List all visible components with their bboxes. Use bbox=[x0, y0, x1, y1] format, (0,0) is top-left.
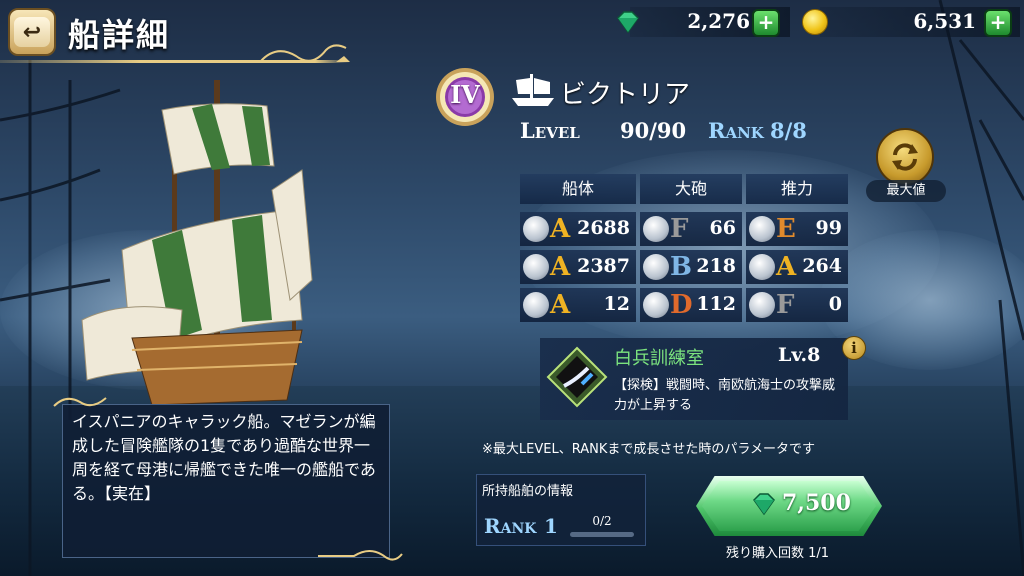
stat-value: 2688 bbox=[577, 217, 630, 239]
helm-icon bbox=[749, 254, 775, 280]
ornament-flourish-icon bbox=[318, 550, 403, 561]
coin-count: 6,531 bbox=[913, 9, 976, 33]
stat-grade: D bbox=[670, 290, 693, 320]
stat-cell: F0 bbox=[746, 288, 848, 322]
supplies-icon bbox=[523, 216, 549, 242]
stat-grade: E bbox=[776, 214, 796, 244]
stat-cell: F 66 bbox=[640, 212, 742, 246]
gem-count: 2,276 bbox=[687, 9, 750, 33]
rank-progress-bar bbox=[570, 532, 634, 537]
stat-header-hull: 船体 bbox=[520, 174, 636, 204]
stat-value: 0 bbox=[828, 293, 842, 315]
owned-rank-value: 1 bbox=[544, 514, 558, 538]
rank-progress-text: 0/2 bbox=[592, 514, 612, 528]
rank-value: 8/8 bbox=[770, 118, 807, 143]
facility-description: 【探検】戦闘時、南欧航海士の攻撃威力が上昇する bbox=[614, 378, 836, 413]
back-button[interactable]: ↩ bbox=[8, 8, 56, 56]
max-value-label: 最大値 bbox=[866, 180, 946, 202]
long-gun-icon bbox=[643, 292, 669, 318]
stat-header-cannon: 大砲 bbox=[640, 174, 742, 204]
armor-icon bbox=[523, 254, 549, 280]
stat-grade: F bbox=[776, 290, 795, 320]
rank-label: Rank bbox=[708, 118, 764, 143]
stat-value: 264 bbox=[802, 255, 842, 277]
swivel-gun-icon bbox=[643, 254, 669, 280]
stat-value: 218 bbox=[696, 255, 736, 277]
cannon-icon bbox=[643, 216, 669, 242]
coin-icon bbox=[802, 9, 828, 35]
ship-description: イスパニアのキャラック船。マゼランが編成した冒険艦隊の1隻であり過酷な世界一周を… bbox=[72, 412, 376, 503]
barrel-icon bbox=[523, 292, 549, 318]
stat-cell: A 2688 bbox=[520, 212, 636, 246]
sword-training-icon bbox=[546, 346, 608, 408]
stat-grade: A bbox=[776, 252, 797, 282]
stat-cell: A 264 bbox=[746, 250, 848, 284]
rank-numeral: IV bbox=[450, 80, 480, 109]
add-gems-button[interactable]: + bbox=[752, 9, 780, 37]
stat-value: 12 bbox=[603, 293, 630, 315]
level-label: Level bbox=[520, 118, 580, 143]
ornament-flourish-icon bbox=[259, 44, 350, 63]
remaining-purchases: 残り購入回数 1/1 bbox=[726, 546, 830, 561]
owned-rank-label: Rank bbox=[484, 514, 537, 538]
stat-cell: B 218 bbox=[640, 250, 742, 284]
ship-name: ビクトリア bbox=[560, 80, 691, 110]
stat-value: 66 bbox=[709, 217, 736, 239]
stat-cell: A 12 bbox=[520, 288, 636, 322]
stat-value: 112 bbox=[696, 293, 736, 315]
stat-grade: B bbox=[670, 252, 692, 282]
back-arrow-icon: ↩ bbox=[14, 17, 50, 47]
facility-name: 白兵訓練室 bbox=[614, 348, 704, 369]
stat-grade: A bbox=[550, 290, 571, 320]
add-coins-button[interactable]: + bbox=[984, 9, 1012, 37]
ship-illustration bbox=[81, 80, 313, 406]
stat-cell: D 112 bbox=[640, 288, 742, 322]
page-title: 船詳細 bbox=[68, 16, 171, 54]
facility-level: Lv.8 bbox=[778, 344, 821, 366]
stat-cell: E 99 bbox=[746, 212, 848, 246]
stat-cell: A 2387 bbox=[520, 250, 636, 284]
parameter-note: ※最大LEVEL、RANKまで成長させた時のパラメータです bbox=[482, 442, 815, 457]
owned-ship-title: 所持船舶の情報 bbox=[482, 484, 574, 499]
stat-grade: A bbox=[550, 214, 571, 244]
stat-value: 2387 bbox=[577, 255, 630, 277]
sail-icon bbox=[749, 216, 775, 242]
level-value: 90/90 bbox=[620, 118, 687, 143]
stat-grade: A bbox=[550, 252, 571, 282]
info-icon[interactable]: i bbox=[842, 336, 866, 360]
coin-counter: 6,531 + bbox=[800, 4, 1020, 40]
buy-price[interactable]: 7,500 bbox=[782, 490, 851, 516]
oar-icon bbox=[749, 292, 775, 318]
refresh-icon bbox=[892, 143, 918, 171]
stat-header-propulsion: 推力 bbox=[746, 174, 848, 204]
gem-icon bbox=[753, 493, 775, 516]
max-value-button[interactable] bbox=[876, 128, 934, 186]
gem-counter: 2,276 + bbox=[610, 4, 790, 40]
gem-icon bbox=[617, 11, 639, 34]
stat-grade: F bbox=[670, 214, 689, 244]
ship-type-icon bbox=[512, 74, 554, 106]
stat-value: 99 bbox=[815, 217, 842, 239]
